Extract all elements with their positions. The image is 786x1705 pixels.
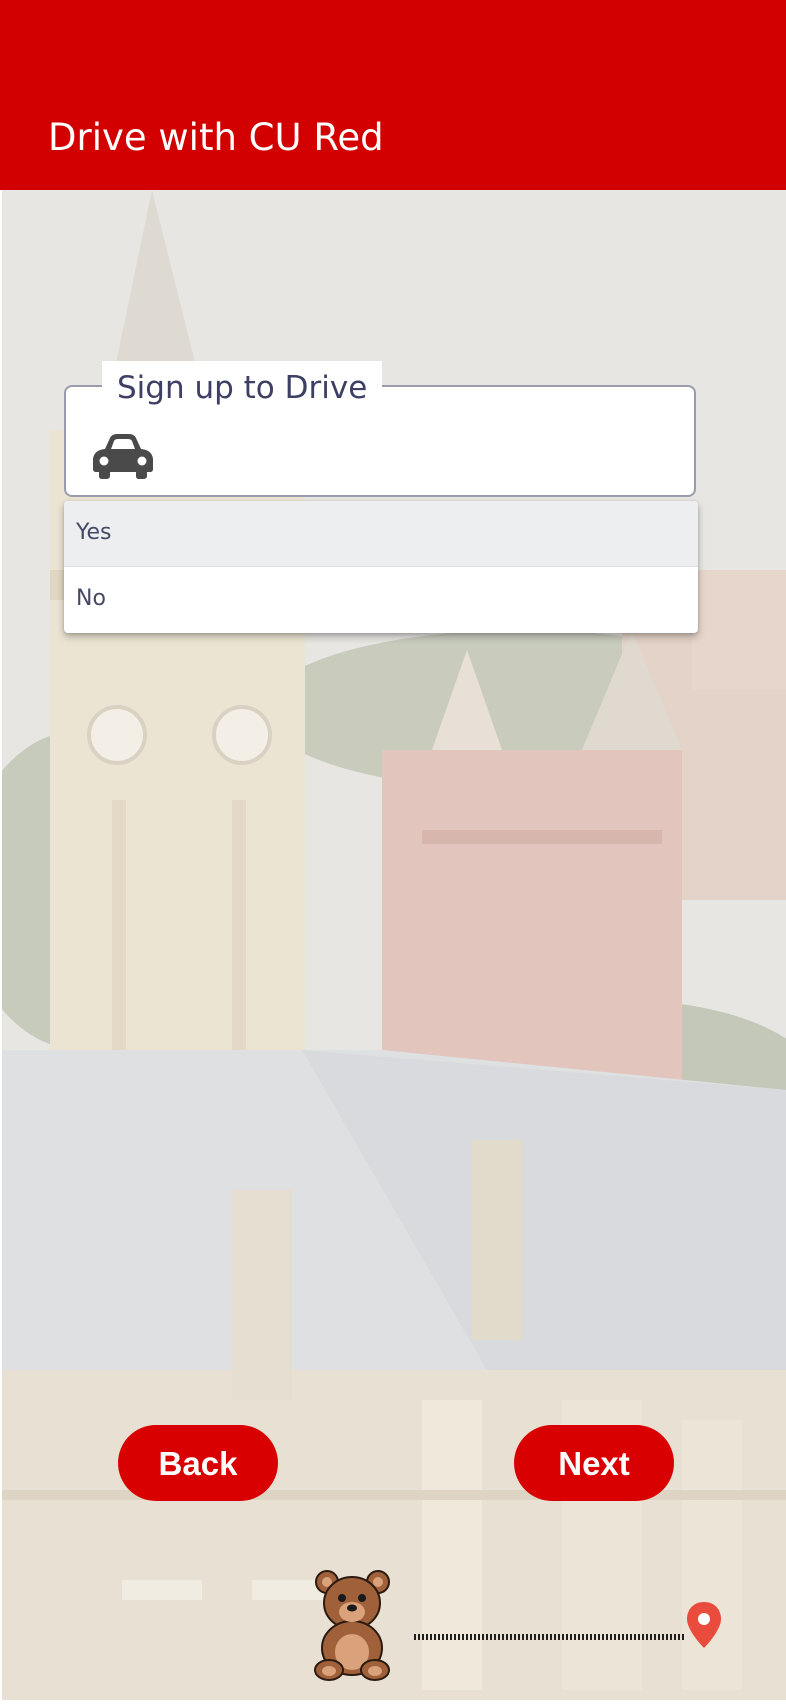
page-title: Drive with CU Red [48, 116, 384, 159]
progress-track [0, 1570, 786, 1700]
next-button[interactable]: Next [514, 1425, 674, 1501]
app-header: Drive with CU Red [0, 0, 786, 190]
bear-icon [314, 1570, 390, 1681]
option-yes[interactable]: Yes [64, 501, 698, 567]
back-button[interactable]: Back [118, 1425, 278, 1501]
car-icon [93, 434, 153, 479]
field-label: Sign up to Drive [102, 361, 383, 415]
sign-up-options-menu: Yes No [64, 501, 698, 633]
option-no[interactable]: No [64, 567, 698, 633]
location-pin-icon [687, 1602, 721, 1648]
